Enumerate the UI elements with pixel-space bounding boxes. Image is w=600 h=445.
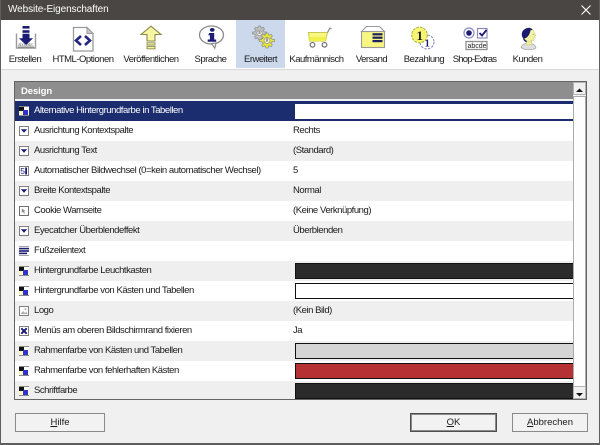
svg-text:1: 1 <box>417 28 424 43</box>
svg-text:5: 5 <box>20 166 25 176</box>
svg-text:abcde: abcde <box>467 43 486 50</box>
